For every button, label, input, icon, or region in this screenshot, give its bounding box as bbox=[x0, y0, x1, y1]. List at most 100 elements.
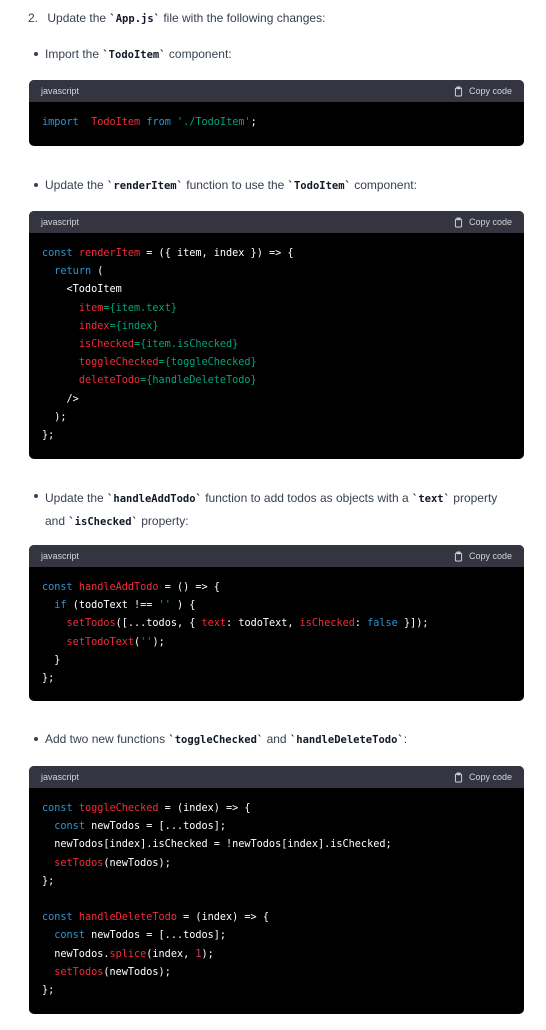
code-token: setTodoText bbox=[66, 636, 135, 648]
inline-code: `text` bbox=[412, 493, 450, 505]
code-line: const renderItem = ({ item, index }) => … bbox=[42, 245, 511, 263]
bullet-dot bbox=[34, 737, 38, 741]
step-number: 2. bbox=[28, 11, 39, 25]
code-token: const bbox=[42, 582, 73, 593]
step-text-after: file with the following changes: bbox=[159, 11, 326, 25]
code-line: } bbox=[42, 652, 511, 670]
copy-code-label: Copy code bbox=[468, 217, 512, 227]
code-line: deleteTodo={handleDeleteTodo} bbox=[42, 372, 511, 390]
code-line: }; bbox=[42, 982, 511, 1000]
code-token: (index, bbox=[146, 948, 196, 960]
code-token: toggleChecked bbox=[78, 803, 159, 814]
code-token: }; bbox=[42, 673, 55, 685]
code-line: item={item.text} bbox=[42, 300, 511, 318]
bullet-text: property bbox=[449, 491, 498, 505]
code-token: const bbox=[42, 803, 73, 814]
code-language-label: javascript bbox=[41, 217, 80, 227]
code-token: const bbox=[42, 248, 73, 259]
code-line: const newTodos = [...todos]; bbox=[42, 818, 511, 836]
clipboard-icon bbox=[454, 86, 463, 96]
code-language-label: javascript bbox=[41, 551, 80, 561]
clipboard-icon bbox=[454, 772, 463, 782]
code-token: toggleChecked bbox=[78, 357, 159, 369]
step-text-before: Update the bbox=[47, 11, 110, 25]
code-token: renderItem bbox=[78, 248, 141, 259]
code-line: }; bbox=[42, 873, 511, 891]
bullet-text: : bbox=[403, 732, 408, 746]
bullet-text: function to add todos as objects with a bbox=[201, 491, 413, 505]
copy-code-button[interactable]: Copy code bbox=[453, 86, 512, 97]
code-line: const handleAddTodo = () => { bbox=[42, 579, 511, 597]
bullet-text: Import the bbox=[45, 47, 103, 61]
code-token: isChecked bbox=[299, 618, 355, 630]
code-token: const bbox=[42, 912, 73, 924]
code-line: return ( bbox=[42, 263, 511, 281]
code-token: }; bbox=[42, 430, 55, 442]
copy-code-label: Copy code bbox=[468, 551, 512, 561]
code-token: ={index} bbox=[109, 320, 159, 332]
code-token: ); bbox=[201, 948, 214, 960]
code-line: const newTodos = [...todos]; bbox=[42, 927, 511, 945]
code-token: ={toggleChecked} bbox=[158, 357, 257, 369]
code-token: index bbox=[78, 320, 110, 332]
code-token: }; bbox=[42, 875, 55, 887]
code-token: false bbox=[367, 618, 398, 630]
code-token: ); bbox=[42, 411, 67, 423]
code-line: const handleDeleteTodo = (index) => { bbox=[42, 909, 511, 927]
code-token: splice bbox=[109, 948, 147, 960]
code-token: './TodoItem' bbox=[177, 117, 251, 128]
bullet-text: and bbox=[45, 514, 69, 528]
bullet-line-1: Update the `handleAddTodo` function to a… bbox=[45, 487, 497, 510]
code-token: (todoText !== bbox=[66, 600, 159, 612]
bullet-1-text: Import the `TodoItem` component: bbox=[45, 45, 232, 64]
code-line: setTodos(newTodos); bbox=[42, 964, 511, 982]
bullet-text: property: bbox=[137, 514, 189, 528]
code-line: if (todoText !== '' ) { bbox=[42, 597, 511, 615]
bullet-dot bbox=[34, 52, 38, 56]
clipboard-icon bbox=[454, 551, 463, 561]
inline-code: `isChecked` bbox=[68, 516, 138, 528]
code-block-3: javascript Copy code const handleAddTodo… bbox=[29, 545, 524, 701]
inline-code: `handleAddTodo` bbox=[107, 493, 202, 505]
code-body: const renderItem = ({ item, index }) => … bbox=[29, 233, 524, 457]
code-token: = (index) => { bbox=[158, 803, 251, 814]
copy-code-button[interactable]: Copy code bbox=[453, 217, 512, 228]
bullet-text: Update the bbox=[45, 491, 108, 505]
code-token: newTodos = [...todos]; bbox=[84, 930, 227, 942]
copy-code-label: Copy code bbox=[468, 86, 512, 96]
code-language-label: javascript bbox=[41, 86, 80, 96]
inline-code-appjs: `App.js` bbox=[109, 13, 160, 25]
code-token: const bbox=[54, 930, 85, 942]
code-line: ); bbox=[42, 409, 511, 427]
code-token: import bbox=[42, 117, 79, 128]
code-token: (newTodos); bbox=[103, 966, 171, 978]
code-line: setTodoText(''); bbox=[42, 634, 511, 652]
code-token: setTodos bbox=[54, 966, 104, 978]
code-line: index={index} bbox=[42, 318, 511, 336]
bullet-text: Update the bbox=[45, 178, 108, 192]
code-token: ( bbox=[91, 266, 104, 278]
code-token: = (index) => { bbox=[176, 912, 269, 924]
code-token: const bbox=[54, 821, 85, 833]
code-line: }; bbox=[42, 670, 511, 688]
copy-code-button[interactable]: Copy code bbox=[453, 551, 512, 562]
code-line: import TodoItem from './TodoItem'; bbox=[42, 114, 511, 132]
code-token: newTodos[index].isChecked = !newTodos[in… bbox=[42, 839, 392, 851]
code-block-1: javascript Copy code import TodoItem fro… bbox=[29, 80, 524, 146]
bullet-text: Add two new functions bbox=[45, 732, 169, 746]
code-token: ); bbox=[152, 636, 165, 648]
code-token: } bbox=[42, 654, 61, 666]
copy-code-button[interactable]: Copy code bbox=[453, 772, 512, 783]
code-line: <TodoItem bbox=[42, 281, 511, 299]
code-token: = () => { bbox=[158, 582, 220, 593]
code-line: setTodos(newTodos); bbox=[42, 855, 511, 873]
code-token: ={item.text} bbox=[103, 302, 177, 314]
code-token: newTodos. bbox=[42, 948, 110, 960]
